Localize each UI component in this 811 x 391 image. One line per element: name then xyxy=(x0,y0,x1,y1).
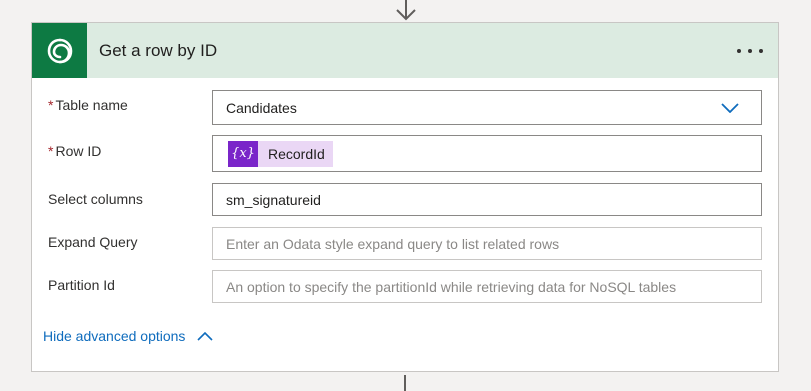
dynamic-content-token[interactable]: {x} RecordId xyxy=(228,140,333,167)
expand-query-input[interactable]: Enter an Odata style expand query to lis… xyxy=(212,227,762,260)
select-columns-value: sm_signatureid xyxy=(226,191,321,208)
table-name-value: Candidates xyxy=(226,99,297,116)
expand-query-label: Expand Query xyxy=(48,234,138,250)
table-name-dropdown[interactable]: Candidates xyxy=(212,90,762,125)
row-id-input[interactable]: {x} RecordId xyxy=(212,135,762,172)
select-columns-input[interactable]: sm_signatureid xyxy=(212,183,762,216)
more-options-button[interactable] xyxy=(736,39,764,63)
dataverse-icon xyxy=(32,23,87,78)
card-header[interactable]: Get a row by ID xyxy=(32,23,778,78)
row-id-label: * Row ID xyxy=(48,143,102,159)
hide-advanced-options-label: Hide advanced options xyxy=(43,328,186,344)
ellipsis-icon xyxy=(737,49,763,53)
partition-id-label: Partition Id xyxy=(48,277,115,293)
chevron-up-icon xyxy=(197,331,214,341)
chevron-down-icon xyxy=(721,103,739,113)
expand-query-placeholder: Enter an Odata style expand query to lis… xyxy=(226,235,560,252)
required-asterisk: * xyxy=(48,97,54,113)
arrow-down-connector-icon xyxy=(396,0,416,21)
select-columns-label: Select columns xyxy=(48,191,143,207)
required-asterisk: * xyxy=(48,143,54,159)
variable-icon: {x} xyxy=(228,140,258,167)
token-label: RecordId xyxy=(268,145,325,162)
partition-id-input[interactable]: An option to specify the partitionId whi… xyxy=(212,270,762,303)
table-name-label: * Table name xyxy=(48,97,128,113)
action-card: Get a row by ID * Table name Candidates *… xyxy=(31,22,779,372)
partition-id-placeholder: An option to specify the partitionId whi… xyxy=(226,278,677,295)
card-title: Get a row by ID xyxy=(99,40,218,60)
hide-advanced-options-link[interactable]: Hide advanced options xyxy=(43,328,214,344)
connector-line xyxy=(404,375,406,391)
